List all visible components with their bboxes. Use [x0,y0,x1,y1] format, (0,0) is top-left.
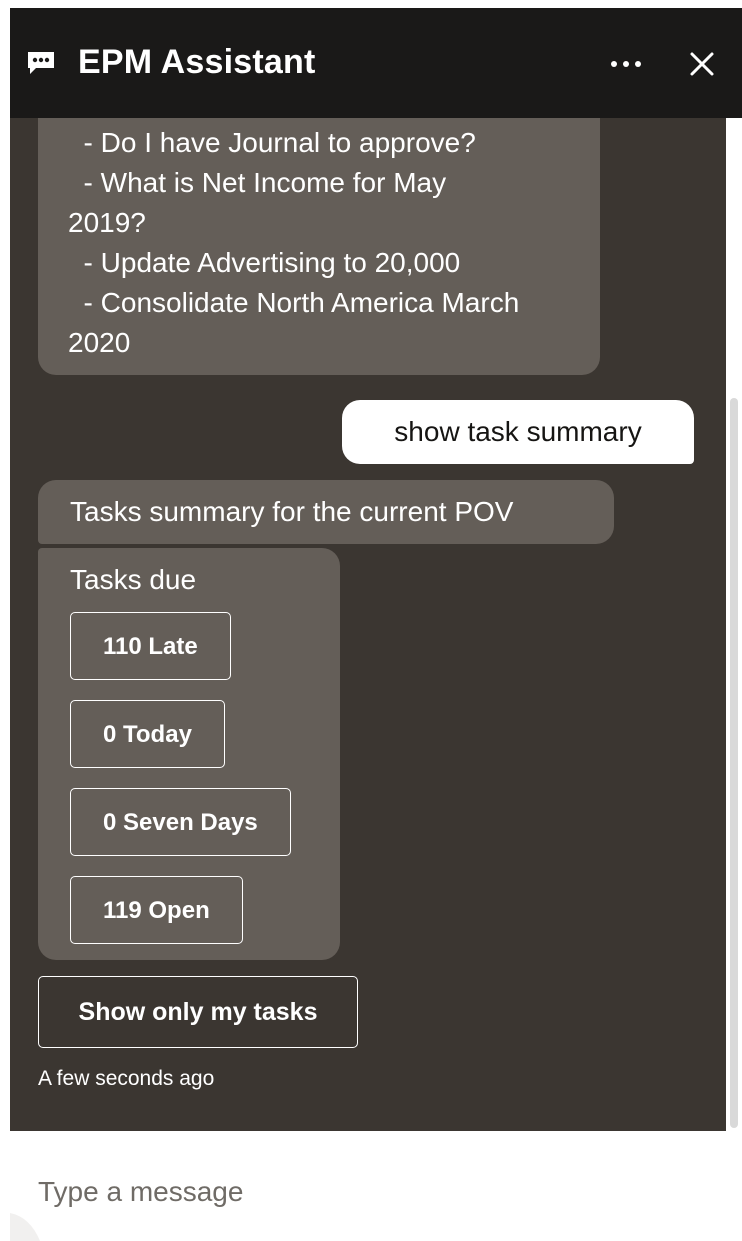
open-tasks-button[interactable]: 119 Open [70,876,243,944]
chat-bubble-icon [28,52,54,74]
close-button[interactable] [682,44,722,84]
today-tasks-button[interactable]: 0 Today [70,700,225,768]
example-line: 2019? [68,207,146,238]
late-tasks-button[interactable]: 110 Late [70,612,231,680]
corner-decoration [10,1213,40,1241]
example-line: - What is Net Income for May [68,167,447,198]
panel-title: EPM Assistant [78,43,316,81]
message-input[interactable] [38,1169,678,1215]
scrollbar-thumb[interactable] [730,398,738,1128]
tasks-due-title: Tasks due [70,564,197,595]
more-horizontal-icon [611,61,641,67]
panel-header: EPM Assistant [10,8,742,118]
message-composer [10,1131,742,1241]
seven-days-tasks-button[interactable]: 0 Seven Days [70,788,291,856]
message-timestamp: A few seconds ago [38,1067,215,1090]
bot-message-summary: Tasks summary for the current POV [38,480,614,544]
more-options-button[interactable] [600,44,652,84]
tasks-due-card: Tasks due 110 Late 0 Today 0 Seven Days … [38,548,340,960]
user-message: show task summary [342,400,694,464]
assistant-panel: EPM Assistant - Do I have Journal to app… [10,8,742,1241]
scrollbar[interactable] [726,118,742,1131]
example-line: - Do I have Journal to approve? [68,127,476,158]
example-line: - Consolidate North America March [68,287,520,318]
example-line: 2020 [68,327,131,358]
conversation-area[interactable]: - Do I have Journal to approve? - What i… [10,118,726,1131]
example-line: - Update Advertising to 20,000 [68,247,461,278]
show-only-my-tasks-button[interactable]: Show only my tasks [38,976,358,1048]
bot-message-examples: - Do I have Journal to approve? - What i… [38,118,600,375]
close-icon [690,52,714,76]
